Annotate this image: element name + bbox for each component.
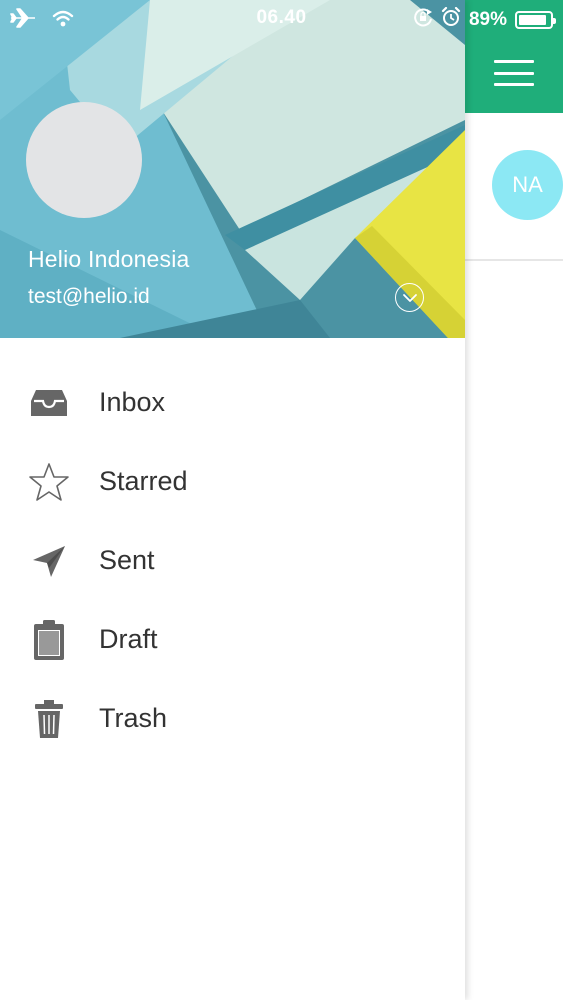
clipboard-icon [28,620,70,660]
drawer-header: Helio Indonesia test@helio.id [0,0,465,338]
hamburger-menu-icon[interactable] [494,60,534,86]
menu-item-sent[interactable]: Sent [0,521,465,600]
account-email: test@helio.id [28,285,150,308]
menu-item-label: Starred [99,466,188,496]
menu-item-starred[interactable]: Starred [0,442,465,521]
alarm-icon [441,6,461,33]
navigation-drawer: Helio Indonesia test@helio.id Inbox Star… [0,0,465,1000]
menu-item-label: Trash [99,703,168,733]
menu-item-inbox[interactable]: Inbox [0,363,465,442]
menu-item-label: Inbox [99,387,166,417]
avatar: NA [492,150,563,220]
inbox-icon [28,383,70,423]
menu-item-label: Sent [99,545,155,575]
avatar[interactable] [26,102,142,218]
star-icon [28,462,70,502]
menu-item-trash[interactable]: Trash [0,679,465,758]
battery-percent: 89% [468,9,507,30]
status-bar: 06.40 89% [0,0,563,36]
background-app: NA [465,0,563,1000]
account-name: Helio Indonesia [28,246,190,272]
trash-icon [28,699,70,739]
menu-item-draft[interactable]: Draft [0,600,465,679]
send-icon [28,541,70,581]
list-item[interactable]: NA [465,113,563,261]
menu-item-label: Draft [99,624,158,654]
rotation-lock-icon [413,7,433,33]
drawer-menu: Inbox Starred Sent Draft Trash [0,363,465,758]
battery-icon [515,11,556,29]
chevron-down-icon[interactable] [395,283,424,312]
